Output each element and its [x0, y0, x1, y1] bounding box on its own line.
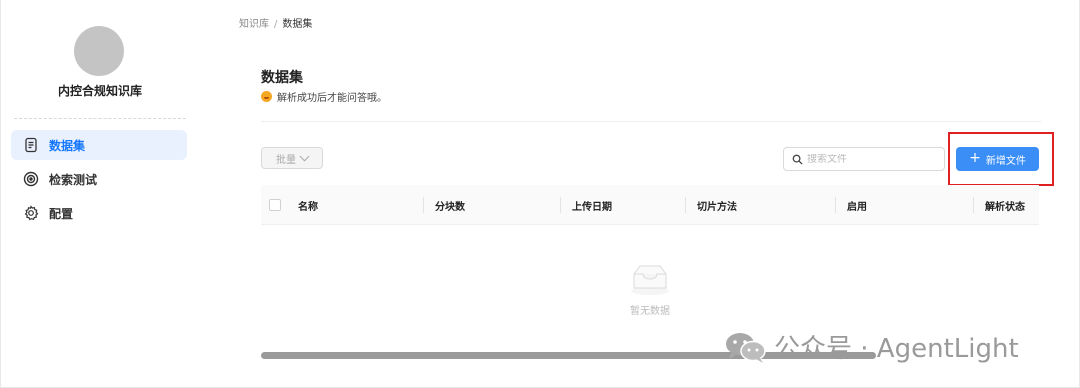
breadcrumb-root[interactable]: 知识库 [239, 19, 269, 30]
add-file-label: 新增文件 [985, 155, 1026, 167]
wechat-icon [726, 332, 766, 363]
knowledge-base-name: 内控合规知识库 [57, 84, 142, 98]
column-divider [973, 197, 974, 213]
table-header: 名称 分块数 上传日期 切片方法 启用 解析状态 [261, 185, 1039, 225]
page-subtitle: 解析成功后才能问答哦。 [261, 89, 387, 104]
header-divider [261, 121, 1041, 122]
breadcrumb: 知识库 / 数据集 [239, 15, 312, 30]
empty-inbox-icon [631, 265, 669, 295]
breadcrumb-separator: / [274, 19, 278, 30]
sidebar-item-label: 数据集 [49, 138, 86, 153]
sidebar-item-label: 配置 [49, 206, 74, 221]
breadcrumb-current: 数据集 [282, 19, 313, 30]
gear-icon [23, 205, 39, 221]
empty-text: 暂无数据 [630, 306, 670, 317]
knowledge-base-avatar [74, 26, 124, 76]
sidebar-item-retrieval-test[interactable]: 检索测试 [11, 164, 187, 194]
column-header-chunks[interactable]: 分块数 [435, 185, 465, 225]
chevron-down-icon [299, 151, 310, 161]
add-file-button[interactable]: + 新增文件 [956, 147, 1039, 171]
batch-label: 批量 [276, 154, 296, 166]
column-header-chunk-method[interactable]: 切片方法 [697, 185, 737, 225]
search-icon [792, 154, 803, 165]
sidebar-divider [14, 118, 186, 119]
column-divider [685, 197, 686, 213]
column-divider [835, 197, 836, 213]
sidebar-item-label: 检索测试 [49, 172, 98, 187]
batch-dropdown-button[interactable]: 批量 [261, 147, 323, 169]
page-title: 数据集 [261, 70, 303, 86]
column-header-parse-status[interactable]: 解析状态 [985, 185, 1025, 225]
select-all-checkbox[interactable] [269, 199, 281, 211]
sidebar: 内控合规知识库 数据集 检索测试 配置 [0, 0, 200, 388]
column-divider [560, 197, 561, 213]
search-input[interactable] [807, 153, 937, 165]
column-header-enabled[interactable]: 启用 [847, 185, 867, 225]
sidebar-item-dataset[interactable]: 数据集 [11, 130, 187, 160]
column-header-upload-date[interactable]: 上传日期 [572, 185, 612, 225]
sidebar-nav: 数据集 检索测试 配置 [11, 130, 187, 232]
sidebar-item-settings[interactable]: 配置 [11, 198, 187, 228]
document-icon [23, 137, 39, 153]
page-subtitle-text: 解析成功后才能问答哦。 [277, 93, 387, 104]
plus-icon: + [969, 150, 981, 166]
column-divider [423, 197, 424, 213]
column-header-name[interactable]: 名称 [298, 185, 318, 225]
search-box[interactable] [783, 147, 945, 171]
target-icon [23, 171, 39, 187]
watermark-text: 公众号 · AgentLight [774, 334, 1019, 364]
smile-emoji-icon [261, 91, 272, 102]
watermark: 公众号 · AgentLight [724, 328, 1019, 365]
